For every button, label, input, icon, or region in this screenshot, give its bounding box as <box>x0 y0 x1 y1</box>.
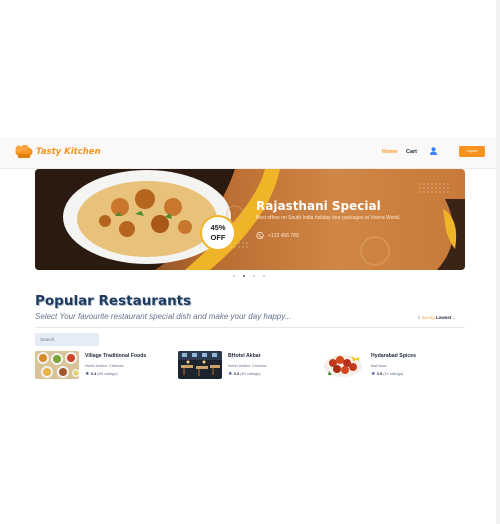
restaurant-name[interactable]: BHotel Akbar <box>228 353 261 359</box>
logout-button[interactable]: Logout <box>459 146 485 157</box>
search-input[interactable] <box>35 333 99 346</box>
ratings-count: (61 ratings) <box>240 371 261 376</box>
section-divider <box>35 327 465 328</box>
banner-title: Rajasthani Special <box>256 199 381 213</box>
discount-percent: 45% <box>210 223 226 232</box>
carousel-dot[interactable] <box>253 275 255 277</box>
carousel-dot-active[interactable] <box>243 275 245 277</box>
restaurant-name[interactable]: Village Traditional Foods <box>85 353 146 359</box>
ratings-count: (11 ratings) <box>383 371 404 376</box>
star-icon: ★ <box>228 371 233 377</box>
restaurant-rating-row: ★ 3.5 (11 ratings) <box>371 371 403 377</box>
brand-name[interactable]: Tasty Kitchen <box>36 147 101 157</box>
rating-value: 3.5 <box>376 371 383 376</box>
page-scrollbar[interactable] <box>496 0 500 524</box>
carousel-dot[interactable] <box>263 275 265 277</box>
rating-value: 3.3 <box>233 371 240 376</box>
chevron-down-icon[interactable]: ⌄ <box>452 315 455 320</box>
sort-icon: ≡ <box>418 315 421 320</box>
nav-home-link[interactable]: Home <box>382 149 397 155</box>
navbar: Tasty Kitchen Home Cart Logout <box>0 137 500 169</box>
star-icon: ★ <box>85 371 90 377</box>
restaurant-image[interactable] <box>178 351 222 379</box>
restaurant-card[interactable]: Village Traditional Foods North Indian, … <box>35 351 165 381</box>
chef-hat-logo-icon[interactable] <box>15 145 33 159</box>
carousel-dot[interactable] <box>233 275 235 277</box>
restaurant-rating-row: ★ 3.3 (61 ratings) <box>228 371 261 377</box>
restaurant-rating-row: ★ 3.4 (89 ratings) <box>85 371 118 377</box>
sort-by-control[interactable]: ≡ Sort By Lowest ⌄ <box>418 315 456 320</box>
phone-icon <box>256 232 264 239</box>
star-icon: ★ <box>371 371 376 377</box>
user-profile-icon[interactable] <box>430 147 437 155</box>
rating-value: 3.4 <box>90 371 97 376</box>
app-window: Tasty Kitchen Home Cart Logout Rajasthan… <box>0 137 500 387</box>
restaurant-cuisine: North Indian, Chinese <box>85 363 124 368</box>
restaurant-card[interactable]: Hydarabad Spices fast food ★ 3.5 (11 rat… <box>321 351 451 381</box>
restaurant-image[interactable] <box>321 351 365 379</box>
ratings-count: (89 ratings) <box>97 371 118 376</box>
offer-banner[interactable]: Rajasthani Special Best offers on South … <box>35 169 465 270</box>
restaurant-card[interactable]: BHotel Akbar North Indian, Chinese ★ 3.3… <box>178 351 308 381</box>
restaurant-cuisine: fast food <box>371 363 387 368</box>
section-title: Popular Restaurants <box>35 293 192 309</box>
restaurant-image[interactable] <box>35 351 79 379</box>
discount-off-label: OFF <box>210 233 226 242</box>
sort-by-value[interactable]: Lowest <box>436 315 452 320</box>
banner-phone: +123 456 789 <box>268 233 299 239</box>
restaurant-name[interactable]: Hydarabad Spices <box>371 353 416 359</box>
restaurant-cuisine: North Indian, Chinese <box>228 363 267 368</box>
nav-cart-link[interactable]: Cart <box>406 149 417 155</box>
section-subtitle: Select Your favourite restaurant special… <box>35 312 292 321</box>
banner-subtitle: Best offers on South India holiday tour … <box>256 215 401 221</box>
sort-by-label: Sort By <box>421 315 435 320</box>
